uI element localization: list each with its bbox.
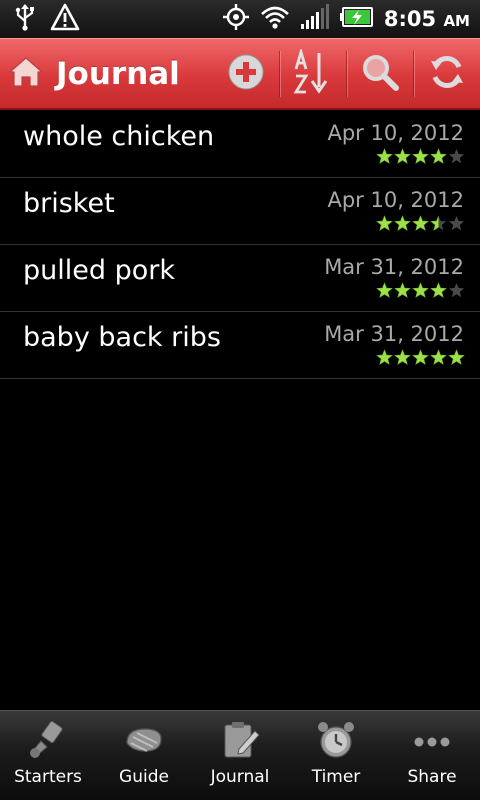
chimney-starter-icon xyxy=(26,719,70,761)
clock-ampm: AM xyxy=(443,12,470,30)
sort-button[interactable] xyxy=(280,38,346,110)
star-empty-icon xyxy=(448,148,465,164)
tab-label: Share xyxy=(407,767,457,787)
tab-journal[interactable]: Journal xyxy=(192,711,288,800)
search-button[interactable] xyxy=(347,38,413,110)
entry-date: Mar 31, 2012 xyxy=(324,255,464,279)
star-rating xyxy=(376,215,465,232)
star-filled-icon xyxy=(448,349,465,365)
star-filled-icon xyxy=(412,215,429,231)
tab-starters[interactable]: Starters xyxy=(0,711,96,800)
list-item[interactable]: brisket Apr 10, 2012 xyxy=(0,178,480,245)
entry-name: brisket xyxy=(23,188,115,219)
star-empty-icon xyxy=(448,215,465,231)
entry-date: Apr 10, 2012 xyxy=(327,121,464,145)
steak-icon xyxy=(122,719,166,761)
star-empty-icon xyxy=(448,282,465,298)
add-icon xyxy=(227,53,265,95)
star-half-icon xyxy=(430,215,447,231)
clock-time: 8:05 xyxy=(383,7,437,31)
entry-name: pulled pork xyxy=(23,255,175,286)
star-filled-icon xyxy=(430,282,447,298)
gps-icon xyxy=(222,3,250,35)
notepad-pencil-icon xyxy=(218,719,262,761)
star-filled-icon xyxy=(430,349,447,365)
list-item[interactable]: baby back ribs Mar 31, 2012 xyxy=(0,312,480,379)
tab-timer[interactable]: Timer xyxy=(288,711,384,800)
tab-label: Timer xyxy=(311,767,361,787)
signal-icon xyxy=(300,4,330,34)
star-filled-icon xyxy=(394,349,411,365)
star-rating xyxy=(376,282,465,299)
tab-guide[interactable]: Guide xyxy=(96,711,192,800)
star-filled-icon xyxy=(412,148,429,164)
more-dots-icon xyxy=(410,719,454,761)
star-filled-icon xyxy=(430,148,447,164)
star-rating xyxy=(376,349,465,366)
action-bar: Journal xyxy=(0,38,480,110)
add-button[interactable] xyxy=(213,38,279,110)
page-title: Journal xyxy=(56,55,180,92)
star-filled-icon xyxy=(376,349,393,365)
refresh-button[interactable] xyxy=(414,38,480,110)
star-filled-icon xyxy=(376,215,393,231)
entry-date: Apr 10, 2012 xyxy=(327,188,464,212)
status-bar: 8:05 AM xyxy=(0,0,480,38)
tab-label: Guide xyxy=(119,767,169,787)
entry-date: Mar 31, 2012 xyxy=(324,322,464,346)
wifi-icon xyxy=(260,4,290,34)
home-button[interactable] xyxy=(0,38,52,110)
clock: 8:05 AM xyxy=(384,7,470,31)
refresh-icon xyxy=(428,53,466,95)
battery-charging-icon xyxy=(339,6,374,32)
search-icon xyxy=(361,53,399,95)
warning-icon xyxy=(50,3,80,35)
journal-list: whole chicken Apr 10, 2012 brisket Apr 1… xyxy=(0,111,480,379)
entry-name: baby back ribs xyxy=(23,322,221,353)
bottom-tab-bar: Starters Guide Journal Timer Share xyxy=(0,710,480,800)
entry-name: whole chicken xyxy=(23,121,215,152)
star-rating xyxy=(376,148,465,165)
list-item[interactable]: whole chicken Apr 10, 2012 xyxy=(0,111,480,178)
star-filled-icon xyxy=(394,215,411,231)
tab-label: Starters xyxy=(14,767,82,787)
star-filled-icon xyxy=(394,282,411,298)
star-filled-icon xyxy=(394,148,411,164)
home-icon xyxy=(8,55,44,93)
star-filled-icon xyxy=(376,282,393,298)
usb-icon xyxy=(14,3,36,35)
tab-label: Journal xyxy=(210,767,270,787)
sort-az-icon xyxy=(293,46,333,99)
star-filled-icon xyxy=(376,148,393,164)
alarm-clock-icon xyxy=(314,719,358,761)
star-filled-icon xyxy=(412,349,429,365)
tab-share[interactable]: Share xyxy=(384,711,480,800)
star-filled-icon xyxy=(412,282,429,298)
list-item[interactable]: pulled pork Mar 31, 2012 xyxy=(0,245,480,312)
